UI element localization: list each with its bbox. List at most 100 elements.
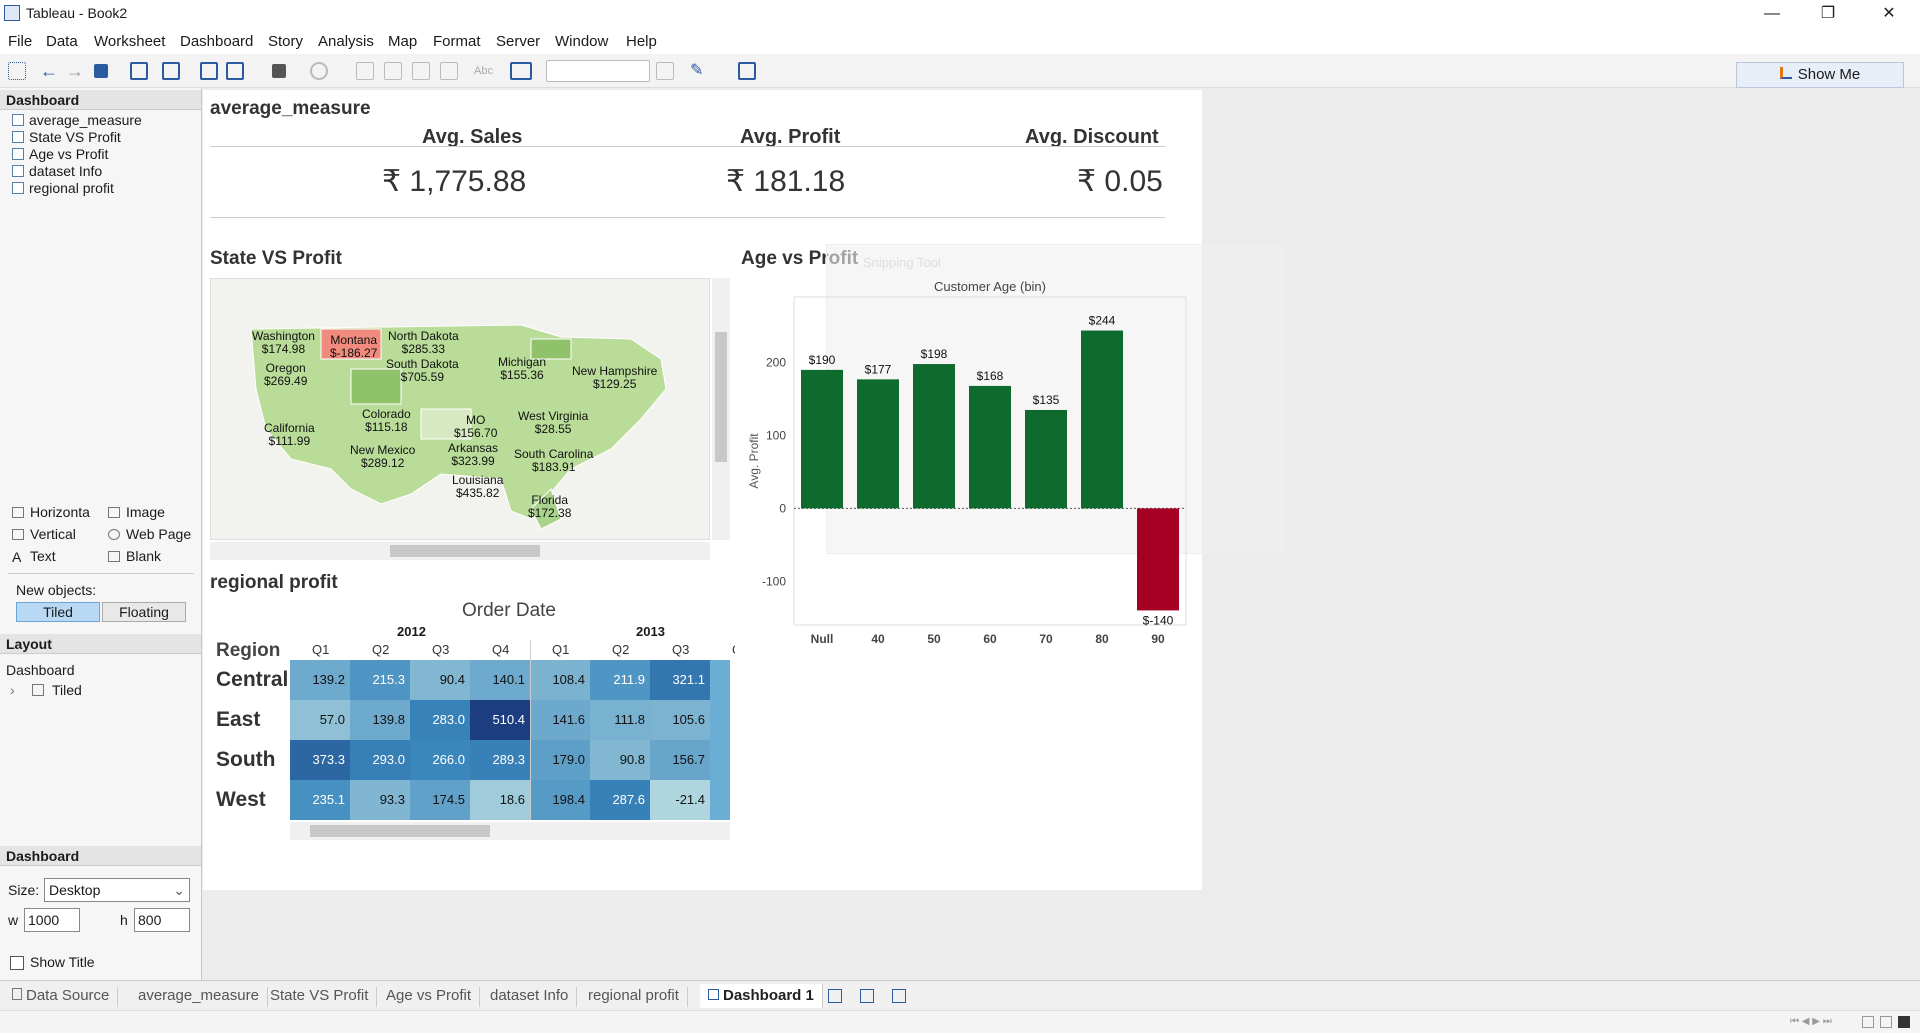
layout-tree-dashboard[interactable]: Dashboard: [6, 662, 75, 678]
refresh-icon[interactable]: [310, 62, 328, 80]
state-profit-map[interactable]: [210, 278, 710, 540]
menu-dashboard[interactable]: Dashboard: [180, 33, 253, 50]
size-dropdown[interactable]: Desktop ⌄: [44, 878, 190, 902]
heatmap-horizontal-scrollbar[interactable]: [290, 822, 730, 840]
heatmap-cell[interactable]: 215.3: [350, 660, 410, 700]
heatmap-cell[interactable]: -21.4: [650, 780, 710, 820]
tableau-logo-icon[interactable]: [8, 62, 26, 80]
object-text[interactable]: A Text: [12, 548, 56, 565]
floating-toggle[interactable]: Floating: [102, 602, 186, 622]
menu-data[interactable]: Data: [46, 33, 78, 50]
fix-axes-icon[interactable]: [656, 62, 674, 80]
bar[interactable]: [1137, 508, 1179, 611]
heatmap-cell[interactable]: 266.0: [410, 740, 470, 780]
menu-server[interactable]: Server: [496, 33, 540, 50]
scroll-thumb[interactable]: [715, 332, 727, 462]
heatmap-cell[interactable]: 18.6: [470, 780, 530, 820]
heatmap-cell[interactable]: 283.0: [410, 700, 470, 740]
heatmap-cell[interactable]: 140.1: [470, 660, 530, 700]
show-me-button[interactable]: Show Me: [1736, 62, 1904, 88]
new-dashboard-tab-icon[interactable]: [860, 989, 874, 1003]
map-vertical-scrollbar[interactable]: [712, 278, 730, 540]
object-blank[interactable]: Blank: [108, 548, 161, 564]
redo-icon[interactable]: →: [66, 62, 84, 80]
heatmap-cell[interactable]: 510.4: [470, 700, 530, 740]
heatmap-cell[interactable]: [710, 740, 730, 780]
presentation-mode-icon[interactable]: [738, 62, 756, 80]
layout-tree-tiled[interactable]: Tiled: [52, 682, 82, 698]
heatmap-cell[interactable]: 93.3: [350, 780, 410, 820]
tab-dashboard-active[interactable]: Dashboard 1: [700, 984, 823, 1008]
fit-dropdown[interactable]: [546, 60, 650, 82]
heatmap-cell[interactable]: 156.7: [650, 740, 710, 780]
minimize-button[interactable]: —: [1749, 0, 1795, 28]
tab-data-source[interactable]: Data Source: [4, 987, 119, 1007]
object-horizontal[interactable]: Horizonta: [12, 504, 90, 520]
undo-icon[interactable]: ←: [40, 62, 58, 80]
menu-story[interactable]: Story: [268, 33, 303, 50]
clear-sheet-icon[interactable]: [226, 62, 244, 80]
heatmap-cell[interactable]: 141.6: [530, 700, 590, 740]
heatmap-cell[interactable]: 373.3: [290, 740, 350, 780]
scroll-thumb[interactable]: [390, 545, 540, 557]
duplicate-icon[interactable]: [200, 62, 218, 80]
new-worksheet-icon[interactable]: [162, 62, 180, 80]
chevron-right-icon[interactable]: ›: [10, 682, 15, 698]
bar[interactable]: [857, 379, 899, 509]
highlight-icon[interactable]: [440, 62, 458, 80]
new-story-tab-icon[interactable]: [892, 989, 906, 1003]
sheet-list-item[interactable]: State VS Profit: [12, 129, 121, 146]
bar[interactable]: [1025, 409, 1067, 509]
sort-asc-icon[interactable]: [384, 62, 402, 80]
pause-updates-icon[interactable]: [272, 64, 286, 78]
tab-sheet[interactable]: dataset Info: [482, 987, 578, 1007]
bar[interactable]: [969, 385, 1011, 509]
heatmap-cell[interactable]: [710, 780, 730, 820]
sheet-list-item[interactable]: dataset Info: [12, 163, 102, 180]
save-icon[interactable]: [94, 64, 108, 78]
tab-sheet[interactable]: average_measure: [130, 987, 268, 1007]
menu-map[interactable]: Map: [388, 33, 417, 50]
tabs-view-icon[interactable]: [1898, 1016, 1910, 1028]
menu-worksheet[interactable]: Worksheet: [94, 33, 165, 50]
annotate-icon[interactable]: ✎: [690, 62, 708, 80]
object-web-page[interactable]: Web Page: [108, 526, 191, 542]
heatmap-cell[interactable]: 211.9: [590, 660, 650, 700]
heatmap-cell[interactable]: 174.5: [410, 780, 470, 820]
fit-icon[interactable]: [510, 62, 532, 80]
object-image[interactable]: Image: [108, 504, 165, 520]
restore-button[interactable]: ❐: [1805, 0, 1851, 28]
menu-file[interactable]: File: [8, 33, 32, 50]
heatmap-cell[interactable]: [710, 660, 730, 700]
sort-desc-icon[interactable]: [412, 62, 430, 80]
heatmap-cell[interactable]: 293.0: [350, 740, 410, 780]
heatmap-cell[interactable]: [710, 700, 730, 740]
montana-region[interactable]: [320, 328, 382, 360]
heatmap-cell[interactable]: 105.6: [650, 700, 710, 740]
scroll-thumb[interactable]: [310, 825, 490, 837]
heatmap-cell[interactable]: 179.0: [530, 740, 590, 780]
heatmap-cell[interactable]: 198.4: [530, 780, 590, 820]
heatmap-cell[interactable]: 321.1: [650, 660, 710, 700]
heatmap-cell[interactable]: 235.1: [290, 780, 350, 820]
heatmap-cell[interactable]: 111.8: [590, 700, 650, 740]
tab-sheet[interactable]: Age vs Profit: [378, 987, 481, 1007]
menu-window[interactable]: Window: [555, 33, 608, 50]
heatmap-cell[interactable]: 108.4: [530, 660, 590, 700]
close-button[interactable]: ✕: [1866, 0, 1912, 28]
tab-sheet[interactable]: regional profit: [580, 987, 688, 1007]
tiled-toggle[interactable]: Tiled: [16, 602, 100, 622]
heatmap-cell[interactable]: 90.4: [410, 660, 470, 700]
heatmap-cell[interactable]: 289.3: [470, 740, 530, 780]
new-data-source-icon[interactable]: [130, 62, 148, 80]
object-vertical[interactable]: Vertical: [12, 526, 76, 542]
menu-help[interactable]: Help: [626, 33, 657, 50]
tab-sheet[interactable]: State VS Profit: [262, 987, 378, 1007]
filmstrip-view-icon[interactable]: [1880, 1016, 1892, 1028]
menu-format[interactable]: Format: [433, 33, 481, 50]
menu-analysis[interactable]: Analysis: [318, 33, 374, 50]
sheet-navigation-icons[interactable]: ⏮ ◀ ▶ ⏭: [1790, 1016, 1850, 1028]
sheet-list-item[interactable]: regional profit: [12, 180, 114, 197]
sheet-list-item[interactable]: average_measure: [12, 112, 142, 129]
heatmap-cell[interactable]: 90.8: [590, 740, 650, 780]
